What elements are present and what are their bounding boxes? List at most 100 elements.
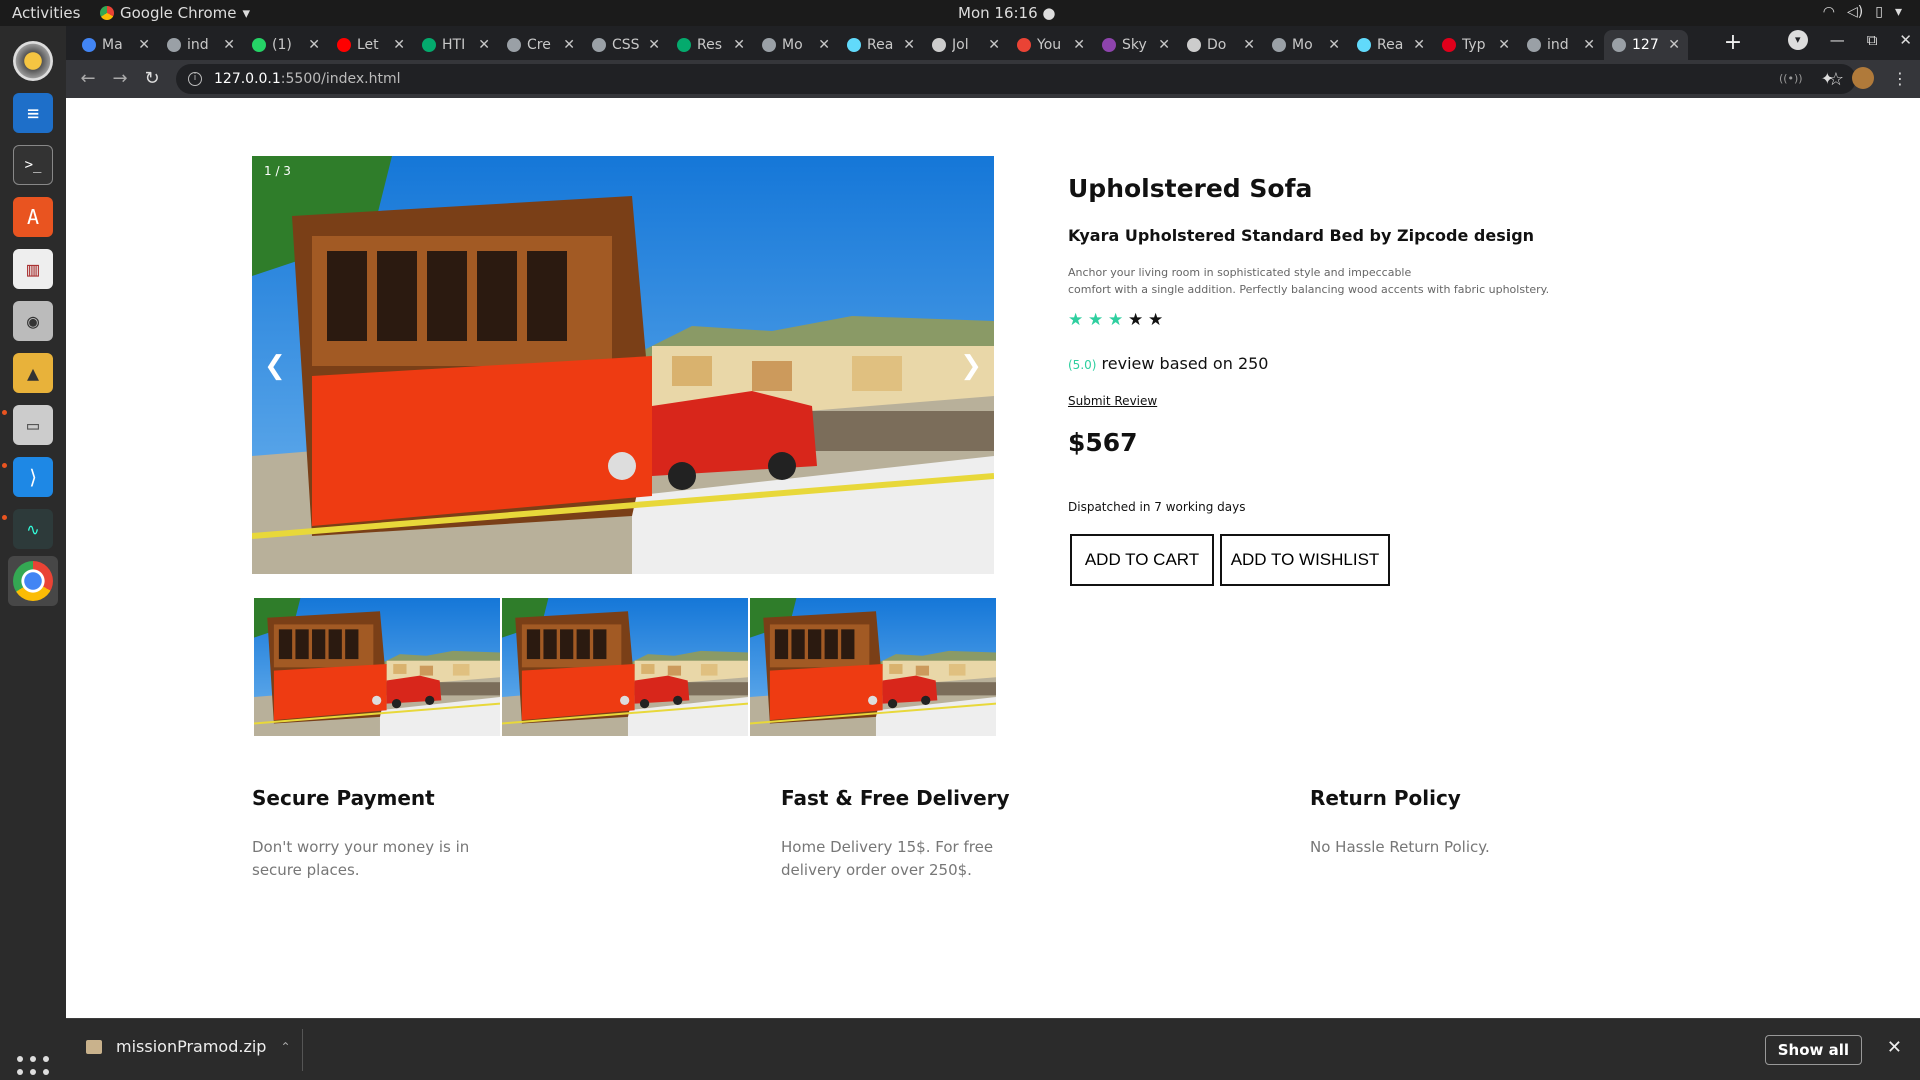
- minimize-icon[interactable]: —: [1830, 31, 1845, 49]
- browser-tab[interactable]: Mo ✕: [1264, 30, 1348, 60]
- tab-close-icon[interactable]: ✕: [988, 37, 1000, 53]
- app-menu[interactable]: Google Chrome ▾: [100, 4, 250, 22]
- dock-ebook[interactable]: ▥: [8, 244, 58, 294]
- address-bar[interactable]: i 127.0.0.1:5500/index.html ☆: [176, 64, 1856, 94]
- new-tab-button[interactable]: +: [1720, 31, 1746, 57]
- add-to-cart-button[interactable]: ADD TO CART: [1070, 534, 1214, 586]
- show-all-button[interactable]: Show all: [1764, 1035, 1862, 1065]
- tab-close-icon[interactable]: ✕: [1413, 37, 1425, 53]
- tab-close-icon[interactable]: ✕: [563, 37, 575, 53]
- cast-icon[interactable]: ((•)): [1779, 72, 1803, 85]
- dock-files[interactable]: ▭: [8, 400, 58, 450]
- browser-tab[interactable]: Jol ✕: [924, 30, 1008, 60]
- url-host: 127.0.0.1: [214, 71, 281, 87]
- chevron-down-icon: ▾: [1894, 4, 1902, 20]
- vscode-icon: ⟩: [13, 457, 53, 497]
- tab-close-icon[interactable]: ✕: [1328, 37, 1340, 53]
- tab-close-icon[interactable]: ✕: [138, 37, 150, 53]
- browser-tab[interactable]: 127 ✕: [1604, 30, 1688, 60]
- tab-close-icon[interactable]: ✕: [223, 37, 235, 53]
- browser-tab[interactable]: Sky ✕: [1094, 30, 1178, 60]
- favicon-icon: [847, 38, 861, 52]
- tab-close-icon[interactable]: ✕: [1243, 37, 1255, 53]
- running-indicator: [2, 515, 7, 520]
- tab-close-icon[interactable]: ✕: [1668, 37, 1680, 53]
- tab-close-icon[interactable]: ✕: [733, 37, 745, 53]
- add-to-wishlist-button[interactable]: ADD TO WISHLIST: [1220, 534, 1390, 586]
- dock-image-viewer[interactable]: ▲: [8, 348, 58, 398]
- favicon-icon: [592, 38, 606, 52]
- chevron-up-icon[interactable]: ⌃: [280, 1040, 290, 1054]
- browser-tab[interactable]: Ma ✕: [74, 30, 158, 60]
- dock-vscode[interactable]: ⟩: [8, 452, 58, 502]
- tab-label: Res: [697, 37, 723, 53]
- tab-search-icon[interactable]: ▾: [1787, 30, 1808, 50]
- close-icon[interactable]: ✕: [1899, 31, 1912, 49]
- info-icon[interactable]: i: [188, 72, 202, 86]
- tab-close-icon[interactable]: ✕: [1073, 37, 1085, 53]
- web-page: 1 / 3 ❮ ❯ Upholstered Sofa Kyara Upholst…: [66, 98, 1920, 1018]
- carousel-prev-button[interactable]: ❮: [264, 351, 286, 381]
- dock-rhythmbox[interactable]: [8, 36, 58, 86]
- thumbnail-2[interactable]: [502, 598, 748, 736]
- activities-button[interactable]: Activities: [12, 4, 80, 22]
- dock-terminal[interactable]: >_: [8, 140, 58, 190]
- url-path: :5500/index.html: [280, 71, 401, 87]
- star-icon: ★: [1128, 310, 1144, 330]
- back-icon[interactable]: ←: [76, 67, 100, 91]
- image-carousel[interactable]: 1 / 3 ❮ ❯: [252, 156, 994, 574]
- dock-system-monitor[interactable]: ∿: [8, 504, 58, 554]
- avatar[interactable]: [1852, 67, 1874, 89]
- browser-tab[interactable]: CSS ✕: [584, 30, 668, 60]
- tab-close-icon[interactable]: ✕: [1158, 37, 1170, 53]
- clock[interactable]: Mon 16:16 ●: [958, 4, 1056, 22]
- browser-tab[interactable]: Mo ✕: [754, 30, 838, 60]
- puzzle-icon[interactable]: ✦: [1821, 69, 1834, 88]
- tab-close-icon[interactable]: ✕: [818, 37, 830, 53]
- carousel-next-button[interactable]: ❯: [960, 351, 982, 381]
- browser-tab[interactable]: Typ ✕: [1434, 30, 1518, 60]
- tab-label: ind: [1547, 37, 1569, 53]
- browser-tab[interactable]: Cre ✕: [499, 30, 583, 60]
- dock-software[interactable]: A: [8, 192, 58, 242]
- maximize-icon[interactable]: ⧉: [1867, 31, 1878, 49]
- browser-tab[interactable]: Rea ✕: [1349, 30, 1433, 60]
- favicon-icon: [1272, 38, 1286, 52]
- submit-review-link[interactable]: Submit Review: [1068, 394, 1157, 408]
- download-item[interactable]: missionPramod.zip ⌃: [86, 1037, 291, 1056]
- tab-close-icon[interactable]: ✕: [903, 37, 915, 53]
- browser-tab[interactable]: ind ✕: [1519, 30, 1603, 60]
- tab-close-icon[interactable]: ✕: [308, 37, 320, 53]
- product-description: Anchor your living room in sophisticated…: [1068, 264, 1588, 298]
- feature-title: Secure Payment: [252, 786, 435, 810]
- tab-close-icon[interactable]: ✕: [648, 37, 660, 53]
- tab-close-icon[interactable]: ✕: [478, 37, 490, 53]
- thumbnail-1[interactable]: [254, 598, 500, 736]
- chrome-icon: [13, 561, 53, 601]
- browser-tab[interactable]: Rea ✕: [839, 30, 923, 60]
- software-center-icon: A: [13, 197, 53, 237]
- browser-tab[interactable]: Let ✕: [329, 30, 413, 60]
- thumbnail-3[interactable]: [750, 598, 996, 736]
- browser-tab[interactable]: Do ✕: [1179, 30, 1263, 60]
- browser-tab[interactable]: You ✕: [1009, 30, 1093, 60]
- forward-icon[interactable]: →: [108, 67, 132, 91]
- dock-writer[interactable]: ≡: [8, 88, 58, 138]
- dock-chrome[interactable]: [8, 556, 58, 606]
- tab-close-icon[interactable]: ✕: [393, 37, 405, 53]
- reload-icon[interactable]: ↻: [140, 67, 164, 91]
- kebab-menu-icon[interactable]: ⋮: [1892, 69, 1908, 88]
- browser-tab[interactable]: HTI ✕: [414, 30, 498, 60]
- tab-close-icon[interactable]: ✕: [1583, 37, 1595, 53]
- show-applications-icon[interactable]: [17, 1056, 49, 1080]
- browser-tab[interactable]: Res ✕: [669, 30, 753, 60]
- favicon-icon: [1612, 38, 1626, 52]
- browser-tab[interactable]: (1) ✕: [244, 30, 328, 60]
- tab-close-icon[interactable]: ✕: [1498, 37, 1510, 53]
- close-icon[interactable]: ✕: [1887, 1037, 1902, 1058]
- browser-tab[interactable]: ind ✕: [159, 30, 243, 60]
- dock: ≡ >_ A ▥ ◉ ▲ ▭ ⟩ ∿: [0, 26, 66, 1080]
- camera-icon: ◉: [13, 301, 53, 341]
- dock-camera[interactable]: ◉: [8, 296, 58, 346]
- system-tray[interactable]: ◠ ◁) ▯ ▾: [1823, 4, 1902, 20]
